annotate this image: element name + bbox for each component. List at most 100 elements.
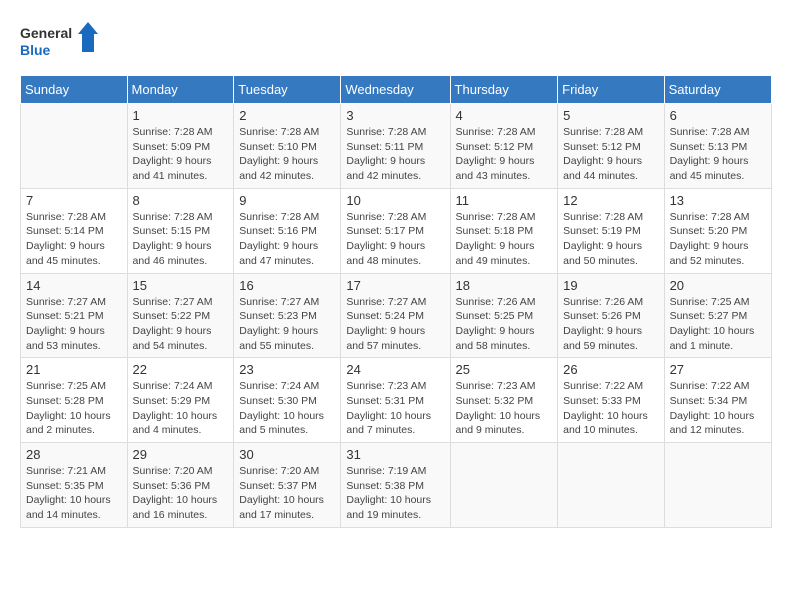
day-info: Sunrise: 7:28 AM Sunset: 5:09 PM Dayligh… xyxy=(133,125,229,184)
day-number: 25 xyxy=(456,362,553,377)
day-number: 16 xyxy=(239,278,335,293)
calendar-cell: 21 Sunrise: 7:25 AM Sunset: 5:28 PM Dayli… xyxy=(21,358,128,443)
day-info: Sunrise: 7:23 AM Sunset: 5:31 PM Dayligh… xyxy=(346,379,444,438)
day-header-thursday: Thursday xyxy=(450,76,558,104)
day-info: Sunrise: 7:19 AM Sunset: 5:38 PM Dayligh… xyxy=(346,464,444,523)
calendar-cell: 2 Sunrise: 7:28 AM Sunset: 5:10 PM Daylig… xyxy=(234,104,341,189)
day-info: Sunrise: 7:27 AM Sunset: 5:21 PM Dayligh… xyxy=(26,295,122,354)
calendar-cell: 23Sunrise: 7:24 AM Sunset: 5:30 PM Dayli… xyxy=(234,358,341,443)
calendar-cell: 26 Sunrise: 7:22 AM Sunset: 5:33 PM Dayli… xyxy=(558,358,664,443)
calendar-cell: 10 Sunrise: 7:28 AM Sunset: 5:17 PM Dayli… xyxy=(341,188,450,273)
day-info: Sunrise: 7:28 AM Sunset: 5:18 PM Dayligh… xyxy=(456,210,553,269)
calendar-cell: 30 Sunrise: 7:20 AM Sunset: 5:37 PM Dayli… xyxy=(234,443,341,528)
day-info: Sunrise: 7:26 AM Sunset: 5:26 PM Dayligh… xyxy=(563,295,658,354)
day-number: 5 xyxy=(563,108,658,123)
day-number: 14 xyxy=(26,278,122,293)
day-number: 12 xyxy=(563,193,658,208)
calendar-cell xyxy=(558,443,664,528)
day-number: 7 xyxy=(26,193,122,208)
day-number: 30 xyxy=(239,447,335,462)
day-number: 17 xyxy=(346,278,444,293)
day-header-sunday: Sunday xyxy=(21,76,128,104)
day-info: Sunrise: 7:28 AM Sunset: 5:11 PM Dayligh… xyxy=(346,125,444,184)
calendar-cell: 8 Sunrise: 7:28 AM Sunset: 5:15 PM Daylig… xyxy=(127,188,234,273)
calendar-cell: 20Sunrise: 7:25 AM Sunset: 5:27 PM Dayli… xyxy=(664,273,771,358)
day-number: 10 xyxy=(346,193,444,208)
day-info: Sunrise: 7:28 AM Sunset: 5:14 PM Dayligh… xyxy=(26,210,122,269)
day-info: Sunrise: 7:25 AM Sunset: 5:28 PM Dayligh… xyxy=(26,379,122,438)
day-number: 21 xyxy=(26,362,122,377)
day-header-wednesday: Wednesday xyxy=(341,76,450,104)
day-number: 13 xyxy=(670,193,766,208)
day-info: Sunrise: 7:23 AM Sunset: 5:32 PM Dayligh… xyxy=(456,379,553,438)
calendar-cell: 31 Sunrise: 7:19 AM Sunset: 5:38 PM Dayli… xyxy=(341,443,450,528)
calendar-week-3: 14 Sunrise: 7:27 AM Sunset: 5:21 PM Dayli… xyxy=(21,273,772,358)
calendar-cell: 14 Sunrise: 7:27 AM Sunset: 5:21 PM Dayli… xyxy=(21,273,128,358)
calendar-week-4: 21 Sunrise: 7:25 AM Sunset: 5:28 PM Dayli… xyxy=(21,358,772,443)
day-info: Sunrise: 7:28 AM Sunset: 5:12 PM Dayligh… xyxy=(563,125,658,184)
day-info: Sunrise: 7:28 AM Sunset: 5:10 PM Dayligh… xyxy=(239,125,335,184)
day-info: Sunrise: 7:28 AM Sunset: 5:20 PM Dayligh… xyxy=(670,210,766,269)
days-of-week-row: SundayMondayTuesdayWednesdayThursdayFrid… xyxy=(21,76,772,104)
day-info: Sunrise: 7:28 AM Sunset: 5:13 PM Dayligh… xyxy=(670,125,766,184)
calendar-cell: 3Sunrise: 7:28 AM Sunset: 5:11 PM Daylig… xyxy=(341,104,450,189)
day-number: 26 xyxy=(563,362,658,377)
day-number: 6 xyxy=(670,108,766,123)
calendar-body: 1 Sunrise: 7:28 AM Sunset: 5:09 PM Daylig… xyxy=(21,104,772,528)
calendar-cell: 29 Sunrise: 7:20 AM Sunset: 5:36 PM Dayli… xyxy=(127,443,234,528)
calendar-cell: 25 Sunrise: 7:23 AM Sunset: 5:32 PM Dayli… xyxy=(450,358,558,443)
day-info: Sunrise: 7:27 AM Sunset: 5:24 PM Dayligh… xyxy=(346,295,444,354)
day-number: 11 xyxy=(456,193,553,208)
day-info: Sunrise: 7:24 AM Sunset: 5:30 PM Dayligh… xyxy=(239,379,335,438)
day-info: Sunrise: 7:20 AM Sunset: 5:37 PM Dayligh… xyxy=(239,464,335,523)
day-info: Sunrise: 7:27 AM Sunset: 5:22 PM Dayligh… xyxy=(133,295,229,354)
calendar-cell: 28Sunrise: 7:21 AM Sunset: 5:35 PM Dayli… xyxy=(21,443,128,528)
calendar-cell: 19 Sunrise: 7:26 AM Sunset: 5:26 PM Dayli… xyxy=(558,273,664,358)
calendar-cell: 22 Sunrise: 7:24 AM Sunset: 5:29 PM Dayli… xyxy=(127,358,234,443)
calendar-cell: 5 Sunrise: 7:28 AM Sunset: 5:12 PM Daylig… xyxy=(558,104,664,189)
day-number: 1 xyxy=(133,108,229,123)
day-number: 15 xyxy=(133,278,229,293)
day-info: Sunrise: 7:25 AM Sunset: 5:27 PM Dayligh… xyxy=(670,295,766,354)
day-info: Sunrise: 7:26 AM Sunset: 5:25 PM Dayligh… xyxy=(456,295,553,354)
calendar-cell: 9 Sunrise: 7:28 AM Sunset: 5:16 PM Daylig… xyxy=(234,188,341,273)
calendar-week-2: 7 Sunrise: 7:28 AM Sunset: 5:14 PM Daylig… xyxy=(21,188,772,273)
calendar-cell: 15 Sunrise: 7:27 AM Sunset: 5:22 PM Dayli… xyxy=(127,273,234,358)
calendar-table: SundayMondayTuesdayWednesdayThursdayFrid… xyxy=(20,75,772,528)
day-header-tuesday: Tuesday xyxy=(234,76,341,104)
day-number: 28 xyxy=(26,447,122,462)
calendar-cell: 6 Sunrise: 7:28 AM Sunset: 5:13 PM Daylig… xyxy=(664,104,771,189)
logo-svg: General Blue xyxy=(20,20,100,65)
page-header: General Blue xyxy=(20,20,772,65)
day-info: Sunrise: 7:22 AM Sunset: 5:33 PM Dayligh… xyxy=(563,379,658,438)
day-number: 9 xyxy=(239,193,335,208)
calendar-cell: 13 Sunrise: 7:28 AM Sunset: 5:20 PM Dayli… xyxy=(664,188,771,273)
svg-text:Blue: Blue xyxy=(20,42,51,58)
day-number: 29 xyxy=(133,447,229,462)
day-info: Sunrise: 7:28 AM Sunset: 5:17 PM Dayligh… xyxy=(346,210,444,269)
day-info: Sunrise: 7:28 AM Sunset: 5:12 PM Dayligh… xyxy=(456,125,553,184)
day-number: 2 xyxy=(239,108,335,123)
day-number: 27 xyxy=(670,362,766,377)
day-header-friday: Friday xyxy=(558,76,664,104)
day-number: 19 xyxy=(563,278,658,293)
calendar-header: SundayMondayTuesdayWednesdayThursdayFrid… xyxy=(21,76,772,104)
calendar-cell: 7 Sunrise: 7:28 AM Sunset: 5:14 PM Daylig… xyxy=(21,188,128,273)
calendar-cell: 4 Sunrise: 7:28 AM Sunset: 5:12 PM Daylig… xyxy=(450,104,558,189)
day-info: Sunrise: 7:24 AM Sunset: 5:29 PM Dayligh… xyxy=(133,379,229,438)
day-number: 31 xyxy=(346,447,444,462)
calendar-cell: 27 Sunrise: 7:22 AM Sunset: 5:34 PM Dayli… xyxy=(664,358,771,443)
day-info: Sunrise: 7:28 AM Sunset: 5:15 PM Dayligh… xyxy=(133,210,229,269)
day-info: Sunrise: 7:28 AM Sunset: 5:16 PM Dayligh… xyxy=(239,210,335,269)
calendar-cell: 17 Sunrise: 7:27 AM Sunset: 5:24 PM Dayli… xyxy=(341,273,450,358)
day-info: Sunrise: 7:27 AM Sunset: 5:23 PM Dayligh… xyxy=(239,295,335,354)
day-number: 22 xyxy=(133,362,229,377)
day-info: Sunrise: 7:28 AM Sunset: 5:19 PM Dayligh… xyxy=(563,210,658,269)
day-info: Sunrise: 7:20 AM Sunset: 5:36 PM Dayligh… xyxy=(133,464,229,523)
day-info: Sunrise: 7:22 AM Sunset: 5:34 PM Dayligh… xyxy=(670,379,766,438)
day-number: 8 xyxy=(133,193,229,208)
svg-text:General: General xyxy=(20,25,72,41)
day-number: 4 xyxy=(456,108,553,123)
calendar-cell: 24Sunrise: 7:23 AM Sunset: 5:31 PM Dayli… xyxy=(341,358,450,443)
day-number: 18 xyxy=(456,278,553,293)
